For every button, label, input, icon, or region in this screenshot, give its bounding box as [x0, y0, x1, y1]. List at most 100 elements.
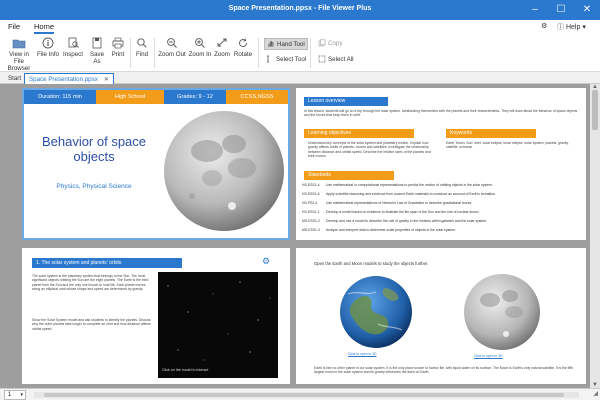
- resize-grip-icon[interactable]: ◢: [593, 390, 598, 397]
- moon-image[interactable]: [462, 272, 542, 352]
- standard-code: HS-ESS1-1: [302, 210, 320, 214]
- print-icon: [112, 37, 124, 49]
- chevron-down-icon: ▾: [582, 24, 586, 31]
- solar-system-model[interactable]: [158, 272, 278, 378]
- standard-desc: Analyze and interpret data to determine …: [326, 228, 456, 232]
- select-tool-label: Select Tool: [276, 56, 307, 63]
- zoom-in-button[interactable]: Zoom In: [188, 37, 212, 58]
- copy-label: Copy: [328, 40, 343, 47]
- select-tool-button[interactable]: Select Tool: [266, 55, 306, 63]
- slide-2[interactable]: Lesson overview In this lesson, students…: [296, 88, 586, 240]
- slide-1[interactable]: Duration: 115 min High School Grades: 9 …: [22, 88, 290, 240]
- standard-row: MS-ESS1-2 Develop and use a model to desc…: [302, 219, 487, 223]
- select-all-button[interactable]: Select All: [318, 55, 353, 63]
- standard-desc: Develop and use a model to describe the …: [326, 219, 488, 223]
- standard-row: MS-ESS1-3 Analyze and interpret data to d…: [302, 228, 456, 232]
- standard-strip: CCSS,NGSS: [226, 90, 288, 104]
- folder-icon: [12, 39, 26, 49]
- print-button[interactable]: Print: [110, 37, 126, 58]
- ribbon-divider: [154, 38, 155, 68]
- duration-strip: Duration: 115 min: [24, 90, 96, 104]
- standard-row: HS-ESS1-4 Use mathematical or computation…: [302, 183, 493, 187]
- standard-desc: Develop a model based on evidence to ill…: [326, 210, 480, 214]
- search-icon: [137, 38, 147, 48]
- standards-heading: Standards: [304, 171, 394, 180]
- zoom-label: Zoom: [214, 51, 230, 58]
- expand-icon: [217, 38, 227, 47]
- hand-tool-button[interactable]: Hand Tool: [264, 38, 308, 50]
- keywords-heading: Keywords: [446, 129, 536, 138]
- standard-row: HS-ESS1-6 Apply scientific reasoning and …: [302, 192, 496, 196]
- copy-button[interactable]: Copy: [318, 39, 342, 47]
- ribbon: View in File Browser File Info Inspect S…: [0, 35, 600, 72]
- menu-row: File Home ⚙ ⓘ Help ▾: [0, 20, 600, 35]
- moon-image: [164, 111, 284, 231]
- help-icon: ⓘ: [557, 24, 564, 31]
- slide-3[interactable]: 1. The solar system and planets' orbits …: [22, 248, 290, 384]
- inspect-label: Inspect: [63, 51, 83, 58]
- overview-text: In this lesson, students will go on a tr…: [304, 109, 578, 118]
- save-as-label: Save As: [89, 51, 105, 65]
- slide-subtitle: Physics, Physical Science: [56, 183, 132, 190]
- standard-code: HS-ESS1-4: [302, 183, 320, 187]
- menu-file[interactable]: File: [8, 22, 20, 31]
- inspect-button[interactable]: Inspect: [62, 37, 84, 58]
- find-button[interactable]: Find: [134, 37, 150, 58]
- maximize-button[interactable]: ☐: [548, 0, 574, 20]
- standard-row: HS-PS2-4 Use mathematical representations…: [302, 201, 472, 205]
- select-all-icon: [318, 55, 326, 63]
- slide-4[interactable]: Open the Earth and Moon models to study …: [296, 248, 586, 384]
- save-icon: [92, 37, 102, 49]
- rotate-icon: [239, 38, 247, 47]
- title-bar: Space Presentation.ppsx - File Viewer Pl…: [0, 0, 600, 20]
- stars-image: [167, 281, 271, 361]
- standard-code: MS-ESS1-2: [302, 219, 320, 223]
- chevron-down-icon[interactable]: ▾: [20, 391, 23, 399]
- zoom-out-button[interactable]: Zoom Out: [158, 37, 186, 58]
- lesson-overview-heading: Lesson overview: [304, 97, 388, 106]
- vertical-scrollbar[interactable]: ▲ ▼: [590, 84, 600, 388]
- hand-icon: [268, 41, 274, 47]
- earth-image[interactable]: [338, 274, 414, 350]
- open-models-bullet: Open the Earth and Moon models to study …: [314, 261, 429, 266]
- level-strip: High School: [96, 90, 164, 104]
- help-label: Help: [565, 24, 581, 31]
- select-all-label: Select All: [328, 56, 354, 63]
- cursor-icon: [267, 55, 269, 63]
- view-in-file-browser-button[interactable]: View in File Browser: [4, 37, 34, 72]
- scrollbar-thumb[interactable]: [592, 90, 598, 130]
- file-info-button[interactable]: File Info: [36, 37, 60, 58]
- rotate-button[interactable]: Rotate: [233, 37, 253, 58]
- minimize-button[interactable]: –: [522, 0, 548, 20]
- tab-start[interactable]: Start: [4, 73, 25, 84]
- page-number-input[interactable]: 1 ▾: [4, 390, 26, 400]
- slide-title: Behavior of space objects: [41, 134, 147, 164]
- standard-code: HS-PS2-4: [302, 201, 318, 205]
- print-label: Print: [111, 51, 125, 58]
- settings-icon[interactable]: ⚙: [262, 256, 270, 267]
- window-title: Space Presentation.ppsx - File Viewer Pl…: [228, 5, 372, 12]
- zoom-button[interactable]: Zoom: [214, 37, 230, 58]
- standard-row: HS-ESS1-1 Develop a model based on eviden…: [302, 210, 479, 214]
- learning-objectives-heading: Learning objectives: [304, 129, 414, 138]
- find-label: Find: [135, 51, 149, 58]
- horizontal-scrollbar[interactable]: [34, 392, 579, 398]
- file-info-label: File Info: [36, 51, 59, 58]
- menu-home[interactable]: Home: [34, 22, 55, 34]
- scrollbar-thumb[interactable]: [44, 393, 564, 397]
- standard-desc: Use mathematical or computational repres…: [326, 183, 493, 187]
- close-button[interactable]: ✕: [574, 0, 600, 20]
- status-bar: 1 ▾ ◢: [0, 388, 600, 400]
- standard-desc: Use mathematical representations of Newt…: [326, 201, 473, 205]
- solar-system-bullets: Show the Solar System model and ask stud…: [32, 318, 151, 331]
- gear-icon[interactable]: ⚙: [541, 22, 547, 30]
- help-menu[interactable]: ⓘ Help ▾: [557, 22, 586, 32]
- tab-file[interactable]: Space Presentation.ppsx ✕: [24, 73, 114, 84]
- zoom-in-label: Zoom In: [188, 51, 212, 58]
- earth-link[interactable]: Click to open in 3D: [348, 352, 376, 356]
- zoom-out-label: Zoom Out: [158, 51, 186, 58]
- moon-link[interactable]: Click to open in 3D: [474, 354, 502, 358]
- zoom-out-icon: [167, 38, 177, 48]
- model-caption: Click on the model to interact: [162, 368, 209, 372]
- save-as-button[interactable]: Save As: [86, 37, 108, 65]
